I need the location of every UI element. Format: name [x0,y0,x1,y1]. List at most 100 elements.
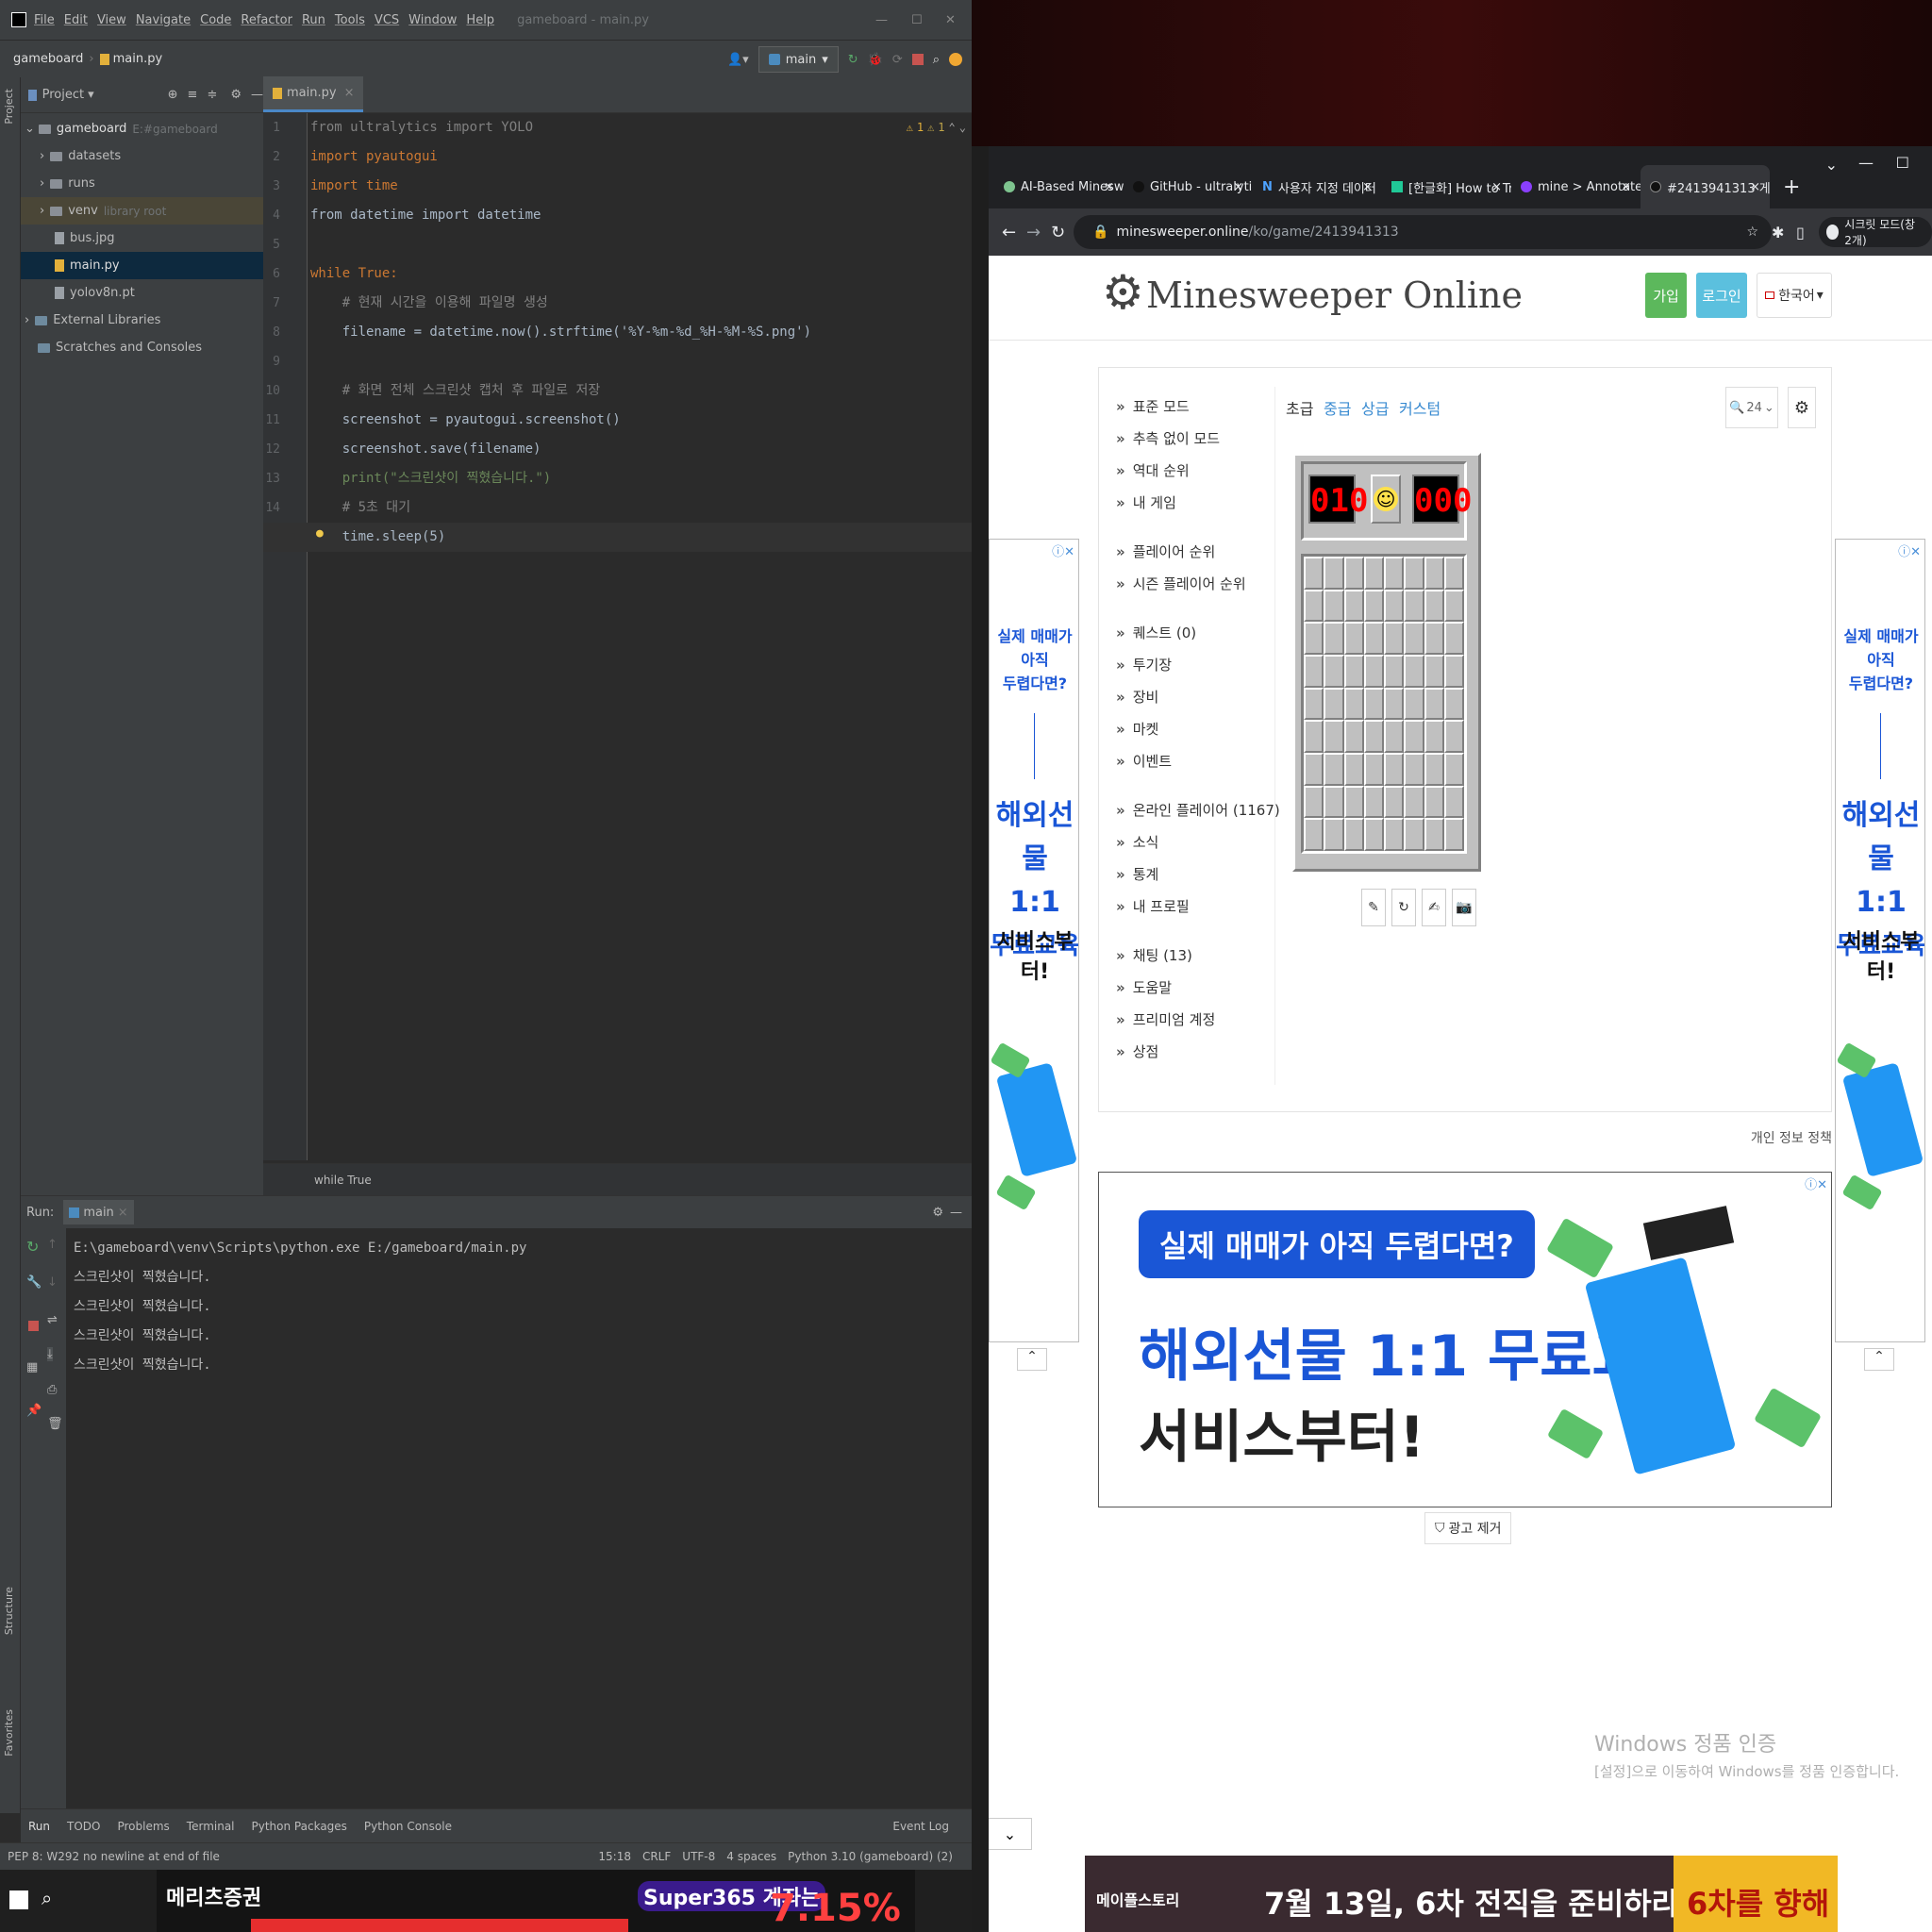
menu-quests[interactable]: » 퀘스트 (0) [1116,623,1196,642]
menu-view[interactable]: View [97,13,126,27]
tool-tab-python-packages[interactable]: Python Packages [252,1820,347,1833]
mine-cell[interactable] [1424,557,1444,590]
close-icon[interactable]: × [1491,180,1502,194]
mine-cell[interactable] [1443,557,1464,590]
mine-cell[interactable] [1363,557,1384,590]
editor-tab-main-py[interactable]: main.py × [263,76,364,112]
project-view-select[interactable]: Project [42,88,84,102]
restart-button[interactable]: ↻ [1391,889,1416,926]
mine-cell[interactable] [1363,655,1384,688]
close-icon[interactable]: ✕ [945,13,956,27]
browser-tab[interactable]: mine > Annotate × [1511,165,1641,208]
mine-cell[interactable] [1404,557,1424,590]
tool-tab-event-log[interactable]: Event Log [892,1820,949,1833]
debug-icon[interactable]: 🐞 [868,53,883,67]
menu-news[interactable]: » 소식 [1116,832,1158,852]
mine-cell[interactable] [1404,720,1424,753]
rerun-icon[interactable]: ↻ [26,1238,39,1256]
inspection-widget[interactable]: ⚠ 1 ⚠ 1 ⌃ ⌄ [907,121,966,134]
mine-cell[interactable] [1404,785,1424,819]
mine-cell[interactable] [1424,753,1444,786]
python-interpreter[interactable]: Python 3.10 (gameboard) (2) [788,1850,953,1863]
menu-file[interactable]: File [34,13,55,27]
taskbar-ad[interactable]: 메리츠증권 Super365 계좌는 7.15% [157,1870,915,1932]
breadcrumb-item[interactable]: while True [314,1174,372,1187]
signup-button[interactable]: 가입 [1645,273,1687,318]
close-icon[interactable]: × [1233,180,1243,194]
menu-online-players[interactable]: » 온라인 플레이어 (1167) [1116,800,1280,820]
mine-cell[interactable] [1324,753,1344,786]
gear-icon[interactable]: ⚙ [932,1206,943,1220]
mine-cell[interactable] [1343,753,1364,786]
menu-player-ranking[interactable]: » 플레이어 순위 [1116,541,1215,561]
mine-cell[interactable] [1343,655,1364,688]
language-select[interactable]: 한국어 ▾ [1757,273,1832,318]
smiley-face-button[interactable]: ☺ [1371,475,1401,524]
run-config-select[interactable]: main ▾ [758,46,839,73]
menu-market[interactable]: » 마켓 [1116,719,1158,739]
mine-cell[interactable] [1443,785,1464,819]
menu-events[interactable]: » 이벤트 [1116,751,1172,771]
menu-run[interactable]: Run [302,13,325,27]
hide-icon[interactable]: — [251,88,263,102]
menu-edit[interactable]: Edit [64,13,88,27]
mine-cell[interactable] [1424,622,1444,655]
mine-cell[interactable] [1324,720,1344,753]
mine-cell[interactable] [1384,785,1405,819]
login-button[interactable]: 로그인 [1696,273,1747,318]
mine-cell[interactable] [1443,753,1464,786]
lightbulb-icon[interactable]: ● [316,526,324,541]
settings-button[interactable]: ⚙ [1788,387,1816,428]
tool-tab-todo[interactable]: TODO [67,1820,100,1833]
close-icon[interactable]: × [344,86,355,100]
mine-cell[interactable] [1304,622,1324,655]
edit-button[interactable]: ✍ [1422,889,1446,926]
mine-cell[interactable] [1404,818,1424,851]
tool-tab-python-console[interactable]: Python Console [364,1820,452,1833]
zoom-select[interactable]: 🔍 24 ⌄ [1725,387,1778,428]
mine-cell[interactable] [1304,557,1324,590]
tab-search-icon[interactable]: ⌄ [1825,156,1838,174]
chevron-down-icon[interactable]: ▾ [88,88,94,102]
coverage-icon[interactable]: ⟳ [892,53,903,67]
menu-premium[interactable]: » 프리미엄 계정 [1116,1009,1215,1029]
forward-icon[interactable]: → [1026,223,1041,242]
mine-cell[interactable] [1424,720,1444,753]
incognito-badge[interactable]: 시크릿 모드(창 2개) [1819,217,1932,247]
menu-refactor[interactable]: Refactor [241,13,292,27]
mine-cell[interactable] [1424,687,1444,721]
pencil-tool-button[interactable]: ✎ [1361,889,1386,926]
search-icon[interactable]: ⌕ [933,53,940,67]
mine-cell[interactable] [1443,720,1464,753]
mine-cell[interactable] [1404,622,1424,655]
favorites-tool-tab[interactable]: Favorites [3,1709,15,1757]
banner-ad[interactable]: ⓘ✕ 실제 매매가 아직 두렵다면? 해외선물 1:1 무료교육 서비스부터! [1098,1172,1832,1507]
mine-cell[interactable] [1304,720,1324,753]
rerun-icon[interactable]: ↻ [848,53,858,67]
menu-tools[interactable]: Tools [335,13,365,27]
tool-tab-problems[interactable]: Problems [117,1820,169,1833]
chevron-down-icon[interactable]: ⌄ [959,121,966,134]
mine-cell[interactable] [1424,818,1444,851]
mine-cell[interactable] [1363,785,1384,819]
menu-chat[interactable]: » 채팅 (13) [1116,945,1192,965]
mine-cell[interactable] [1363,753,1384,786]
scroll-up-icon[interactable]: ↑ [47,1238,58,1252]
mine-cell[interactable] [1343,589,1364,623]
menu-code[interactable]: Code [200,13,231,27]
mine-cell[interactable] [1443,818,1464,851]
mine-cell[interactable] [1343,622,1364,655]
mine-cell[interactable] [1324,818,1344,851]
console-output[interactable]: E:\gameboard\venv\Scripts\python.exe E:/… [74,1234,526,1380]
user-icon[interactable]: 👤▾ [727,53,749,67]
mine-cell[interactable] [1384,622,1405,655]
mine-cell[interactable] [1343,785,1364,819]
expand-all-icon[interactable]: ≡ [188,88,198,102]
mine-cell[interactable] [1384,557,1405,590]
status-message[interactable]: PEP 8: W292 no newline at end of file [8,1850,220,1863]
mine-cell[interactable] [1384,753,1405,786]
collapse-all-icon[interactable]: ≑ [207,88,217,102]
menu-window[interactable]: Window [408,13,457,27]
menu-vcs[interactable]: VCS [375,13,399,27]
mine-cell[interactable] [1384,589,1405,623]
